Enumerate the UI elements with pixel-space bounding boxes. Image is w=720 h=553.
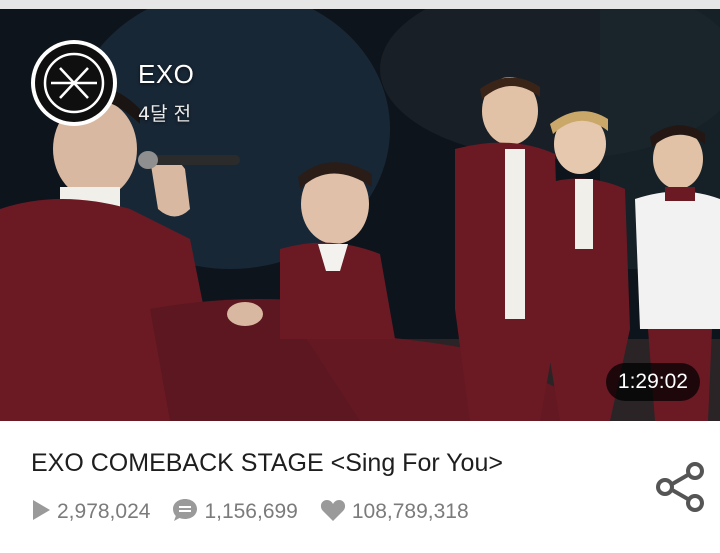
heart-icon (320, 498, 346, 526)
exo-logo-icon (35, 44, 113, 122)
video-player[interactable]: EXO 4달 전 1:29:02 (0, 9, 720, 421)
play-icon (31, 499, 51, 525)
comment-bubble-icon (172, 498, 198, 526)
video-title[interactable]: EXO COMEBACK STAGE <Sing For You> (31, 449, 503, 478)
play-count: 2,978,024 (31, 499, 150, 525)
share-icon (656, 462, 704, 512)
share-button[interactable] (655, 461, 705, 513)
like-count-value: 108,789,318 (351, 500, 469, 523)
stats-row: 2,978,024 1,156,699 108,789,318 (31, 499, 491, 525)
comment-count-value: 1,156,699 (204, 500, 298, 523)
upload-time: 4달 전 (138, 103, 192, 125)
like-count: 108,789,318 (320, 498, 469, 526)
status-strip (0, 0, 720, 9)
channel-name[interactable]: EXO (138, 59, 194, 90)
duration-badge: 1:29:02 (605, 363, 700, 401)
channel-avatar[interactable] (31, 40, 117, 126)
play-count-value: 2,978,024 (57, 500, 151, 523)
comment-count: 1,156,699 (172, 498, 298, 526)
video-info-panel: EXO COMEBACK STAGE <Sing For You> 2,978,… (0, 421, 720, 553)
